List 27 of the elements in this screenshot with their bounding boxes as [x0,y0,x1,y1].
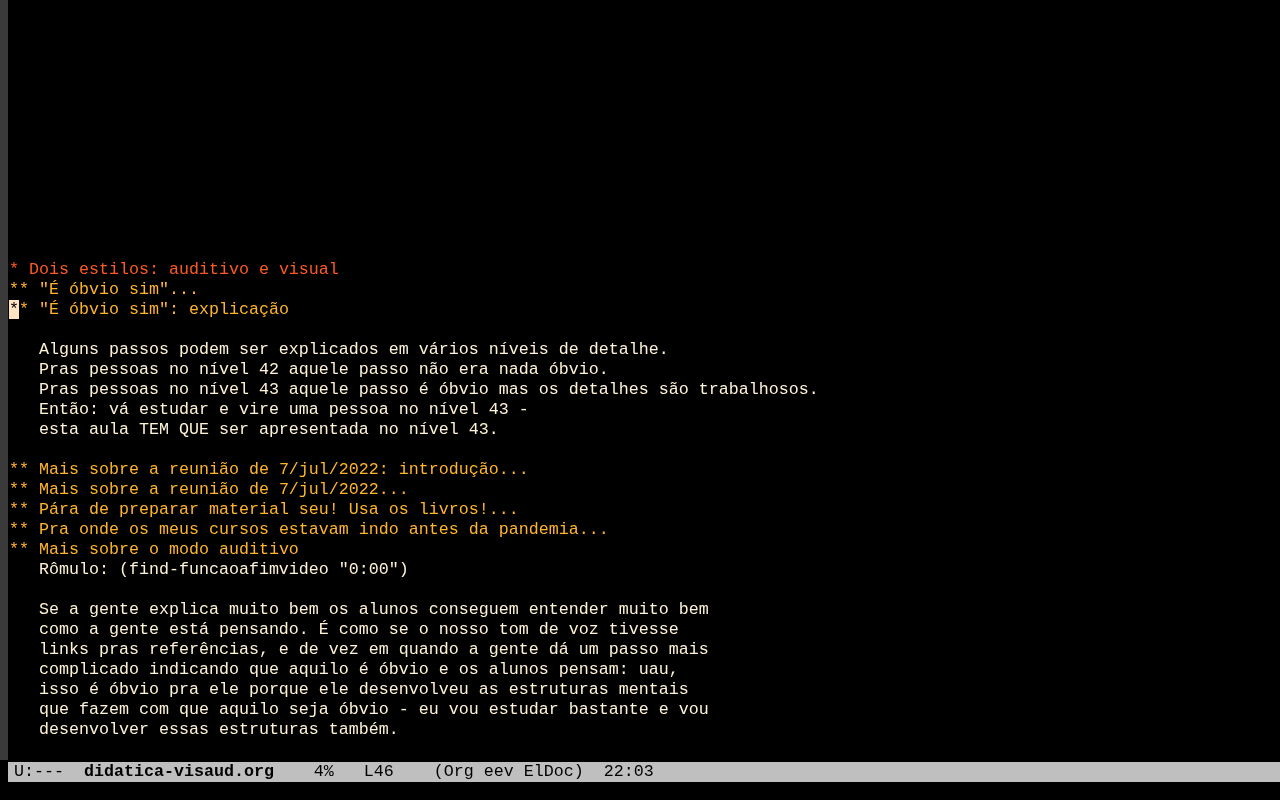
buffer-name: didatica-visaud.org [83,762,274,782]
outline-subheading: ** Pára de preparar material seu! Usa os livros!... [9,500,519,519]
outline-subheading: ** Mais sobre o modo auditivo [9,540,299,559]
body-text-line: que fazem com que aquilo seja óbvio - eu vou estudar bastante e vou [38,700,709,719]
body-text-line: como a gente está pensando. É como se o nosso tom de voz tivesse [38,620,679,639]
body-text-line: desenvolver essas estruturas também. [38,720,399,739]
outline-subheading: ** Pra onde os meus cursos estavam indo antes da pandemia... [9,520,609,539]
body-text-line: Pras pessoas no nível 43 aquele passo é óbvio mas os detalhes são trabalhosos. [38,380,819,399]
scroll-position: 4% [313,762,334,782]
body-text-line: isso é óbvio pra ele porque ele desenvolveu as estruturas mentais [38,680,689,699]
outline-heading: * Dois estilos: auditivo e visual [9,260,339,279]
line-number: L46 [363,762,394,782]
body-text-line: links pras referências, e de vez em quando a gente dá um passo mais [38,640,709,659]
body-text-line: Rômulo: (find-funcaoafimvideo "0:00") [38,560,409,579]
body-text-line: Pras pessoas no nível 42 aquele passo não era nada óbvio. [38,360,609,379]
body-text-line: Então: vá estudar e vire uma pessoa no nível 43 - [38,400,529,419]
body-text-line: Se a gente explica muito bem os alunos conseguem entender muito bem [38,600,709,619]
outline-subheading: ** Mais sobre a reunião de 7/jul/2022: introdução... [9,460,529,479]
major-minor-modes: (Org eev ElDoc) [433,762,584,782]
body-text-line: complicado indicando que aquilo é óbvio e os alunos pensam: uau, [38,660,679,679]
outline-subheading: ** "É óbvio sim"... [9,280,199,299]
outline-subheading: ** Mais sobre a reunião de 7/jul/2022... [9,480,409,499]
body-text-line: esta aula TEM QUE ser apresentada no nível 43. [38,420,499,439]
modified-status: U:--- [14,762,64,782]
body-text-line: Alguns passos podem ser explicados em vários níveis de detalhe. [38,340,669,359]
outline-subheading: ** "É óbvio sim": explicação [9,300,289,319]
clock-time: 22:03 [603,762,654,782]
